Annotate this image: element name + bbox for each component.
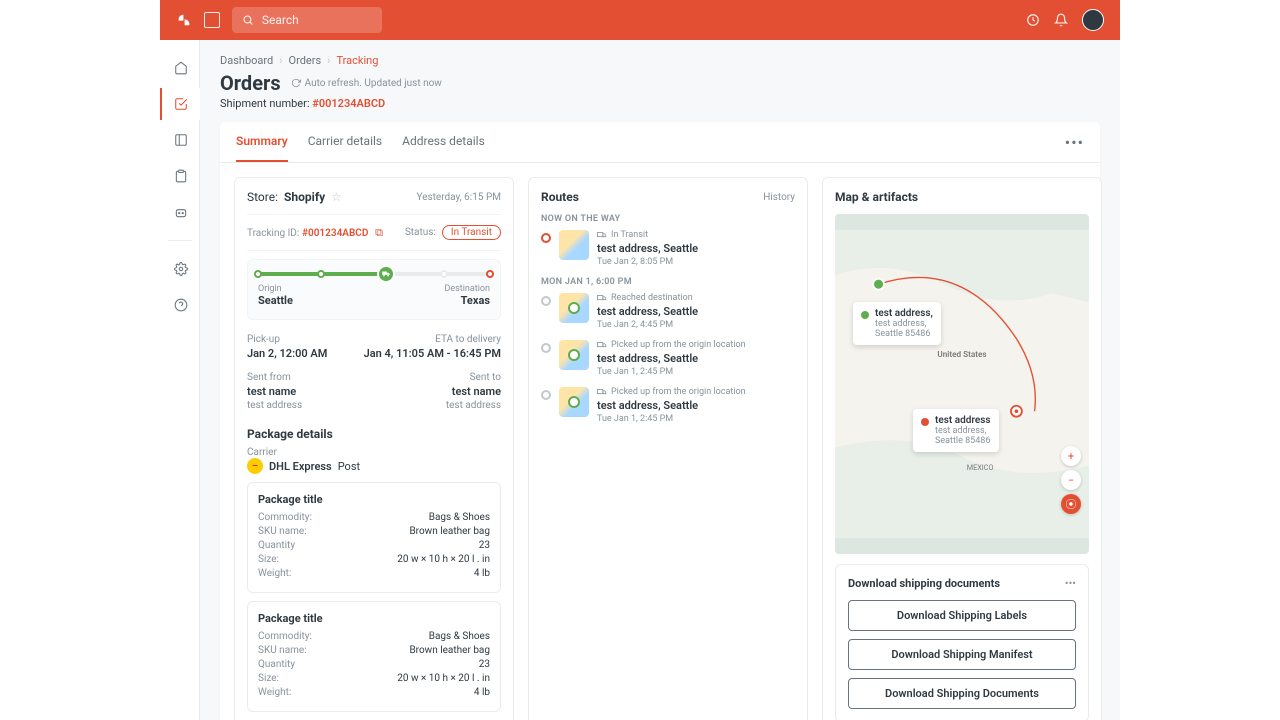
routes-panel: Routes History NOW ON THE WAY In Transit…: [528, 177, 808, 720]
topbar: [160, 0, 1120, 40]
sidebar-item-bot[interactable]: [160, 196, 200, 228]
sidebar: [160, 40, 200, 720]
route-item[interactable]: In Transit test address, Seattle Tue Jan…: [541, 230, 795, 267]
map-card-destination[interactable]: test addresstest address,Seattle 85486: [913, 409, 999, 452]
map-title: Map & artifacts: [835, 190, 918, 204]
shipment-label: Shipment number:: [220, 97, 310, 110]
breadcrumb: Dashboard› Orders› Tracking: [220, 54, 1100, 67]
search-icon: [242, 13, 254, 27]
map-panel: Map & artifacts United States MEXICO: [822, 177, 1102, 720]
tab-summary[interactable]: Summary: [236, 122, 288, 162]
zendesk-logo-icon[interactable]: [176, 12, 192, 28]
avatar[interactable]: [1082, 9, 1104, 31]
store-panel: Store: Shopify ☆ Yesterday, 6:15 PM Trac…: [234, 177, 514, 720]
svg-text:United States: United States: [937, 349, 986, 359]
package-title: Package title: [258, 493, 490, 506]
auto-refresh-status: Auto refresh. Updated just now: [291, 78, 442, 89]
panel-toggle-icon[interactable]: [204, 12, 220, 28]
clipboard-icon: [174, 169, 188, 183]
package-title: Package title: [258, 612, 490, 625]
history-icon[interactable]: [1026, 12, 1042, 28]
sidebar-item-boxes[interactable]: [160, 124, 200, 156]
origin-city: Seattle: [258, 294, 293, 307]
search-input[interactable]: [262, 13, 372, 27]
store-label: Store:: [247, 190, 278, 204]
shipment-number: #001234ABCD: [312, 97, 385, 110]
route-item[interactable]: Picked up from the origin location test …: [541, 340, 795, 377]
sidebar-item-settings[interactable]: [160, 253, 200, 285]
bell-icon[interactable]: [1054, 12, 1070, 28]
home-icon: [174, 61, 188, 75]
pickup-time: Jan 2, 12:00 AM: [247, 347, 327, 360]
routes-date-header: MON JAN 1, 6:00 PM: [541, 277, 795, 287]
star-icon[interactable]: ☆: [331, 190, 342, 204]
map-zoom-out[interactable]: −: [1061, 470, 1081, 490]
download-documents-button[interactable]: Download Shipping Documents: [848, 678, 1076, 709]
tab-carrier[interactable]: Carrier details: [308, 122, 382, 162]
progress-tracker: OriginSeattle DestinationTexas: [247, 259, 501, 320]
download-manifest-button[interactable]: Download Shipping Manifest: [848, 639, 1076, 670]
downloads-more-icon[interactable]: •••: [1065, 577, 1076, 590]
bot-icon: [174, 205, 188, 219]
routes-now-header: NOW ON THE WAY: [541, 214, 795, 224]
store-name: Shopify: [284, 190, 325, 204]
routes-title: Routes: [541, 190, 579, 204]
breadcrumb-tracking: Tracking: [336, 54, 378, 67]
carrier-type: Post: [338, 460, 360, 473]
destination-pin-icon: [486, 270, 494, 278]
destination-city: Texas: [444, 294, 490, 307]
status-label: Status:: [405, 227, 436, 238]
copy-icon[interactable]: ⧉: [375, 226, 383, 239]
help-icon: [174, 298, 188, 312]
route-item[interactable]: Picked up from the origin location test …: [541, 387, 795, 424]
tracking-id: #001234ABCD: [302, 228, 368, 239]
to-name: test name: [446, 385, 501, 398]
search-box[interactable]: [232, 7, 382, 33]
map-zoom-in[interactable]: +: [1061, 446, 1081, 466]
tab-more-icon[interactable]: •••: [1065, 133, 1084, 152]
gear-icon: [174, 262, 188, 276]
package-card: Package title Commodity:Bags & Shoes SKU…: [247, 601, 501, 712]
package-details-title: Package details: [247, 427, 501, 441]
store-timestamp: Yesterday, 6:15 PM: [417, 192, 502, 203]
eta-time: Jan 4, 11:05 AM - 16:45 PM: [364, 347, 501, 360]
tracking-id-label: Tracking ID:: [247, 228, 299, 239]
breadcrumb-orders[interactable]: Orders: [289, 54, 322, 67]
routes-history-link[interactable]: History: [763, 192, 795, 203]
svg-text:MEXICO: MEXICO: [967, 463, 994, 472]
sidebar-item-orders[interactable]: [160, 88, 200, 120]
carrier-name: DHL Express: [269, 460, 332, 473]
box-icon: [174, 133, 188, 147]
map-card-origin[interactable]: test address,test address,Seattle 85486: [853, 302, 941, 345]
breadcrumb-dashboard[interactable]: Dashboard: [220, 54, 273, 67]
package-card: Package title Commodity:Bags & Shoes SKU…: [247, 482, 501, 593]
map[interactable]: United States MEXICO test address,t: [835, 214, 1089, 554]
map-locate[interactable]: ⦿: [1061, 494, 1081, 514]
sidebar-item-clipboard[interactable]: [160, 160, 200, 192]
page-title: Orders: [220, 71, 281, 95]
dhl-icon: —: [247, 458, 263, 474]
download-labels-button[interactable]: Download Shipping Labels: [848, 600, 1076, 631]
sidebar-item-help[interactable]: [160, 289, 200, 321]
status-badge: In Transit: [442, 225, 501, 240]
truck-icon: [377, 265, 395, 283]
sidebar-item-home[interactable]: [160, 52, 200, 84]
orders-icon: [174, 97, 188, 111]
refresh-icon: [291, 78, 301, 88]
from-name: test name: [247, 385, 302, 398]
route-item[interactable]: Reached destination test address, Seattl…: [541, 293, 795, 330]
downloads-title: Download shipping documents: [848, 577, 1000, 590]
tab-address[interactable]: Address details: [402, 122, 485, 162]
